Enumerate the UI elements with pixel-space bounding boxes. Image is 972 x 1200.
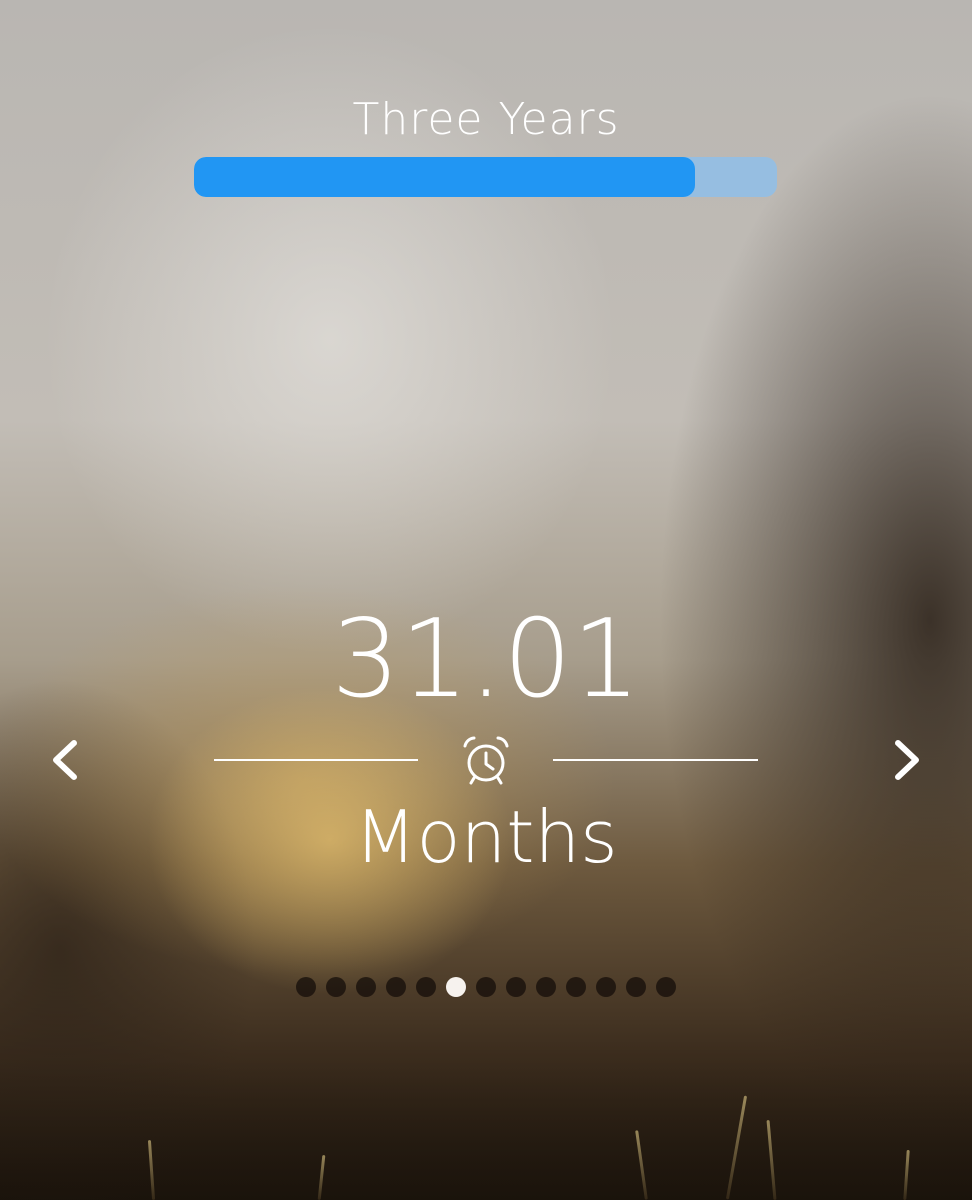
page-dot[interactable] [506,977,526,997]
page-dot[interactable] [356,977,376,997]
elapsed-value: 31.01 [331,597,641,722]
page-dot[interactable] [596,977,616,997]
page-dot[interactable] [656,977,676,997]
page-dot[interactable] [476,977,496,997]
background-grass [0,1060,972,1200]
grass-blade [725,1095,748,1200]
page-dot[interactable] [326,977,346,997]
chevron-left-icon[interactable] [44,735,84,785]
page-dot[interactable] [386,977,406,997]
divider-left [214,759,418,761]
page-dot-active[interactable] [446,977,466,997]
goal-progress-fill [194,157,696,197]
grass-blade [635,1130,648,1200]
page-indicator [296,977,676,997]
alarm-clock-icon [463,736,509,785]
grass-blade [317,1154,326,1200]
page-dot[interactable] [296,977,316,997]
grass-blade [147,1139,156,1200]
divider-right [553,759,758,761]
chevron-right-icon[interactable] [888,735,928,785]
page-dot[interactable] [626,977,646,997]
page-dot[interactable] [566,977,586,997]
grass-blade [903,1149,910,1200]
page-dot[interactable] [416,977,436,997]
goal-progress-bar [194,157,777,197]
goal-title: Three Years [352,94,620,145]
grass-blade [766,1120,777,1200]
page-dot[interactable] [536,977,556,997]
elapsed-unit: Months [354,795,618,879]
